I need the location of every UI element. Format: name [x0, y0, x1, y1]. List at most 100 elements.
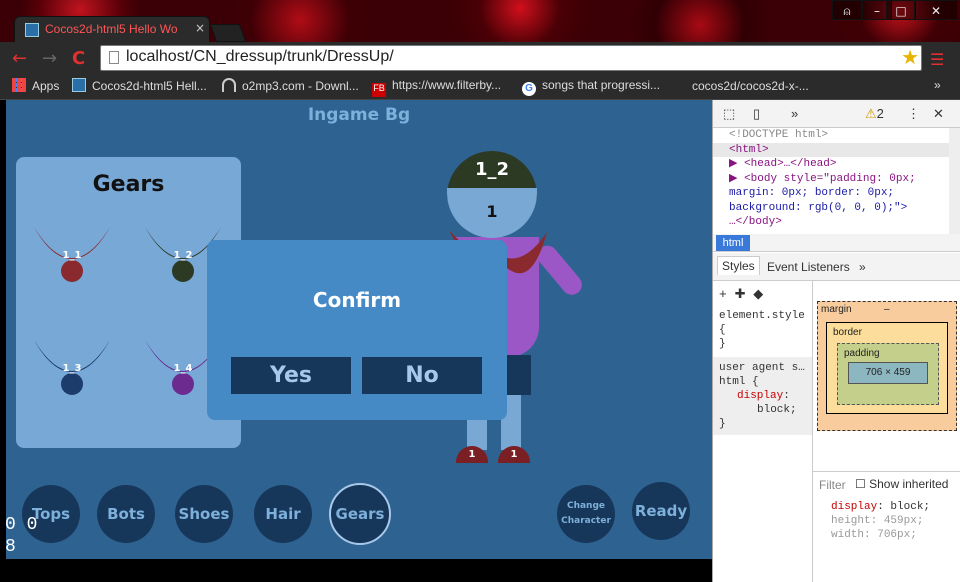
box-content: 706 × 459	[848, 362, 928, 384]
dom-head[interactable]: ▶ <head>…</head>	[729, 157, 949, 172]
subtabs-more[interactable]: »	[859, 260, 866, 274]
gear-label: 1_3	[62, 363, 82, 374]
ua-prop: display	[737, 390, 784, 402]
dom-scrollbar[interactable]	[949, 128, 960, 234]
device-mode-icon[interactable]: ▯	[753, 106, 760, 122]
ua-style-rule[interactable]: user agent s… html { display: block; }	[713, 357, 812, 435]
browser-tab[interactable]: Cocos2d-html5 Hello Wo ×	[14, 16, 210, 44]
bookmark-apps[interactable]: Apps	[12, 78, 59, 93]
character-shoe-left: 1	[456, 446, 488, 463]
computed-row: height: 459px;	[831, 515, 924, 527]
bookmark-filterby[interactable]: FB https://www.filterby...	[372, 78, 501, 97]
confirm-dialog-title: Confirm	[312, 288, 402, 312]
warning-count: 2	[876, 106, 884, 121]
fps-line-2: 8	[5, 537, 16, 557]
styles-pane: + ✚ ◆ element.style { } user agent s… ht…	[713, 281, 813, 582]
page-icon	[109, 51, 119, 64]
box-padding: padding 706 × 459	[837, 343, 939, 405]
dom-tree[interactable]: <!DOCTYPE html> <html> ▶ <head>…</head> …	[713, 128, 949, 234]
tab-styles[interactable]: Styles	[717, 256, 760, 275]
cocos-favicon-icon	[25, 23, 39, 37]
filter-input[interactable]: Filter	[819, 478, 846, 492]
tab-event-listeners[interactable]: Event Listeners	[767, 260, 850, 274]
box-model: margin – border padding 706 × 459	[813, 281, 960, 471]
game-canvas[interactable]: Ingame Bg Gears 1_1 1_2 1_3 1_4 1_2 1 1 …	[6, 100, 712, 559]
element-style-rule[interactable]: element.style { }	[719, 309, 805, 351]
dom-html[interactable]: <html>	[713, 142, 949, 157]
show-inherited-label: Show inherited	[869, 477, 949, 491]
devtools-panel: ⬚ ▯ » ⚠2 ⋮ ✕ <!DOCTYPE html> <html> ▶ <h…	[712, 100, 960, 582]
ua-label: user agent s…	[719, 362, 805, 374]
maximize-button[interactable]: □	[886, 0, 916, 20]
shoe-label: 1	[510, 449, 518, 460]
gears-panel-title: Gears	[92, 172, 165, 197]
apps-grid-icon	[12, 78, 26, 92]
bookmark-label: Apps	[32, 79, 60, 93]
address-bar[interactable]: localhost/CN_dressup/trunk/DressUp/ ★	[100, 45, 922, 71]
ua-selector: html {	[719, 376, 759, 388]
cocos-favicon-icon	[72, 78, 86, 92]
box-border: border padding 706 × 459	[826, 322, 948, 414]
gear-item-1-3[interactable]: 1_3	[32, 332, 112, 402]
headphones-icon	[222, 78, 236, 92]
border-label: border	[833, 327, 862, 338]
forward-button[interactable]: →	[42, 48, 57, 69]
dom-body-text: <body style="padding: 0px;	[744, 172, 916, 185]
tab-close-icon[interactable]: ×	[195, 21, 205, 35]
element-style-selector: element.style	[719, 310, 805, 322]
computed-row: display: block;	[831, 501, 931, 513]
brace-open: {	[719, 324, 726, 336]
category-bots-button[interactable]: Bots	[97, 485, 155, 543]
yes-button[interactable]: Yes	[231, 357, 351, 394]
hair-label: 1_2	[474, 159, 510, 180]
new-tab-button[interactable]	[209, 24, 247, 42]
category-gears-button[interactable]: Gears	[329, 483, 391, 545]
devtools-close-icon[interactable]: ✕	[933, 106, 944, 122]
face-label: 1	[486, 202, 498, 221]
styles-toolbar-icons[interactable]: + ✚ ◆	[719, 287, 763, 302]
computed-row: width: 706px;	[831, 529, 917, 541]
devtools-toolbar: ⬚ ▯ » ⚠2 ⋮ ✕	[713, 100, 960, 128]
bookmarks-overflow[interactable]: »	[934, 78, 941, 92]
warning-icon[interactable]: ⚠2	[865, 106, 884, 122]
back-button[interactable]: ←	[12, 48, 27, 69]
breadcrumb-html[interactable]: html	[716, 235, 750, 251]
chrome-menu-icon[interactable]: ☰	[930, 50, 944, 69]
computed-list: display: block; height: 459px; width: 70…	[831, 500, 930, 542]
bookmark-label: Cocos2d-html5 Hell...	[92, 79, 207, 93]
fps-line-1: 0 0	[5, 515, 38, 535]
dom-doctype[interactable]: <!DOCTYPE html>	[729, 128, 949, 143]
dom-body-line2: margin: 0px; border: 0px;	[729, 187, 895, 199]
window-titlebar: Cocos2d-html5 Hello Wo × ⍝ – □ ✕	[0, 0, 960, 44]
ua-brace-close: }	[719, 418, 726, 430]
dom-body[interactable]: ▶ <body style="padding: 0px;	[729, 172, 949, 187]
user-icon[interactable]: ⍝	[832, 0, 862, 20]
ready-button[interactable]: Ready	[632, 482, 690, 540]
padding-label: padding	[844, 348, 880, 359]
reload-button[interactable]: C	[72, 48, 85, 69]
bookmark-github[interactable]: cocos2d/cocos2d-x-...	[672, 78, 809, 93]
computed-value: 459px;	[883, 515, 924, 527]
devtools-menu-icon[interactable]: ⋮	[907, 106, 920, 122]
bookmark-star-icon[interactable]: ★	[901, 45, 919, 69]
url-text[interactable]: localhost/CN_dressup/trunk/DressUp/	[126, 48, 394, 66]
computed-pane: Filter ☐ Show inherited display: block; …	[813, 471, 960, 582]
dom-body-close: …</body>	[729, 216, 782, 228]
more-panels-icon[interactable]: »	[791, 106, 798, 121]
bookmark-o2mp3[interactable]: o2mp3.com - Downl...	[222, 78, 359, 93]
game-title: Ingame Bg	[307, 105, 411, 125]
close-window-button[interactable]: ✕	[914, 0, 958, 20]
show-inherited-checkbox[interactable]: ☐ Show inherited	[855, 477, 948, 491]
bookmark-label: o2mp3.com - Downl...	[242, 79, 359, 93]
inspect-element-icon[interactable]: ⬚	[723, 106, 735, 122]
dom-body-line3: background: rgb(0, 0, 0);">	[729, 201, 908, 214]
category-hair-button[interactable]: Hair	[254, 485, 312, 543]
change-character-button[interactable]: Change Character	[557, 485, 615, 543]
bookmark-google[interactable]: Gsongs that progressi...	[522, 78, 660, 96]
change-character-label-1: Change	[566, 501, 606, 511]
category-shoes-button[interactable]: Shoes	[175, 485, 233, 543]
margin-top-value: –	[884, 304, 890, 315]
bookmark-cocos[interactable]: Cocos2d-html5 Hell...	[72, 78, 207, 93]
gear-item-1-1[interactable]: 1_1	[32, 219, 112, 289]
no-button[interactable]: No	[362, 357, 482, 394]
